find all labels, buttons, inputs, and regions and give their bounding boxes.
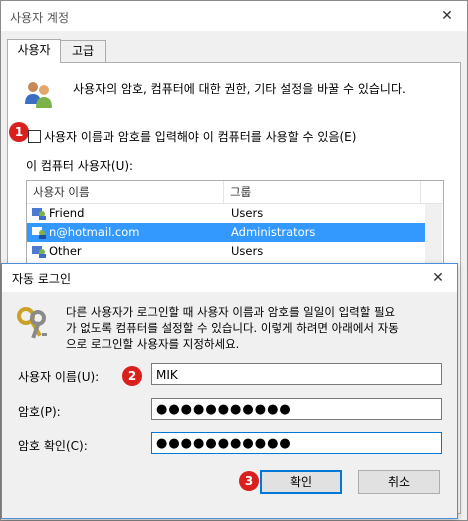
cancel-button[interactable]: 취소 xyxy=(358,470,440,494)
auto-login-dialog: 자동 로그인 ✕ 다른 사용자가 로그인할 때 사용자 이름과 암호를 일일이 … xyxy=(1,263,458,519)
keys-icon xyxy=(17,307,47,339)
intro-text: 사용자의 암호, 컴퓨터에 대한 권한, 기타 설정을 바꿀 수 있습니다. xyxy=(73,82,406,96)
tab-users[interactable]: 사용자 xyxy=(7,39,61,63)
window-title: 사용자 계정 xyxy=(10,11,70,25)
description-line: 으로 로그인할 사용자를 지정하세요. xyxy=(66,337,240,351)
step-badge-1: 1 xyxy=(9,122,29,142)
step-badge-2: 2 xyxy=(122,366,142,386)
confirm-password-field[interactable]: ●●●●●●●●●●● xyxy=(151,432,442,454)
description-line: 가 없도록 컴퓨터를 설정할 수 있습니다. 이렇게 하려면 아래에서 자동 xyxy=(66,321,399,335)
users-listview[interactable]: 사용자 이름 그룹 Friend Users n@hotmail.com Adm… xyxy=(26,180,444,267)
listview-scrollbar[interactable] xyxy=(425,204,442,266)
user-icon xyxy=(32,227,46,239)
user-accounts-titlebar: 사용자 계정 ✕ xyxy=(1,1,467,31)
username-field[interactable]: MIK xyxy=(151,363,442,385)
list-item-name: n@hotmail.com xyxy=(49,225,140,239)
require-password-label[interactable]: 사용자 이름과 암호를 입력해야 이 컴퓨터를 사용할 수 있음(E) xyxy=(44,128,356,145)
list-item-group: Administrators xyxy=(231,225,316,239)
ok-button[interactable]: 확인 xyxy=(260,470,342,494)
column-header-username[interactable]: 사용자 이름 xyxy=(27,181,224,203)
description-line: 다른 사용자가 로그인할 때 사용자 이름과 암호를 일일이 입력할 필요 xyxy=(66,305,396,319)
list-item-name: Friend xyxy=(49,206,85,220)
list-item-group: Users xyxy=(231,244,264,258)
users-icon xyxy=(25,82,52,108)
users-list-label: 이 컴퓨터 사용자(U): xyxy=(26,159,134,173)
dialog-description: 다른 사용자가 로그인할 때 사용자 이름과 암호를 일일이 입력할 필요 가 … xyxy=(66,304,399,352)
user-icon xyxy=(32,208,46,220)
step-badge-3: 3 xyxy=(239,471,259,491)
list-item[interactable]: Other Users xyxy=(27,242,425,261)
close-icon[interactable]: ✕ xyxy=(437,6,457,26)
tab-advanced[interactable]: 고급 xyxy=(60,40,106,62)
confirm-password-label: 암호 확인(C): xyxy=(18,439,88,453)
column-header-group[interactable]: 그룹 xyxy=(224,181,421,203)
dialog-title: 자동 로그인 xyxy=(12,272,72,286)
auto-login-titlebar: 자동 로그인 ✕ xyxy=(2,264,457,292)
listview-header: 사용자 이름 그룹 xyxy=(27,181,443,204)
list-item-group: Users xyxy=(231,206,264,220)
user-icon xyxy=(32,246,46,258)
close-icon[interactable]: ✕ xyxy=(428,268,448,288)
password-label: 암호(P): xyxy=(18,405,61,419)
username-label: 사용자 이름(U): xyxy=(18,370,100,384)
password-field[interactable]: ●●●●●●●●●●● xyxy=(151,398,442,420)
list-item-selected[interactable]: n@hotmail.com Administrators xyxy=(27,223,425,242)
list-item[interactable]: Friend Users xyxy=(27,204,425,223)
list-item-name: Other xyxy=(49,244,82,258)
require-password-checkbox[interactable] xyxy=(28,130,41,143)
